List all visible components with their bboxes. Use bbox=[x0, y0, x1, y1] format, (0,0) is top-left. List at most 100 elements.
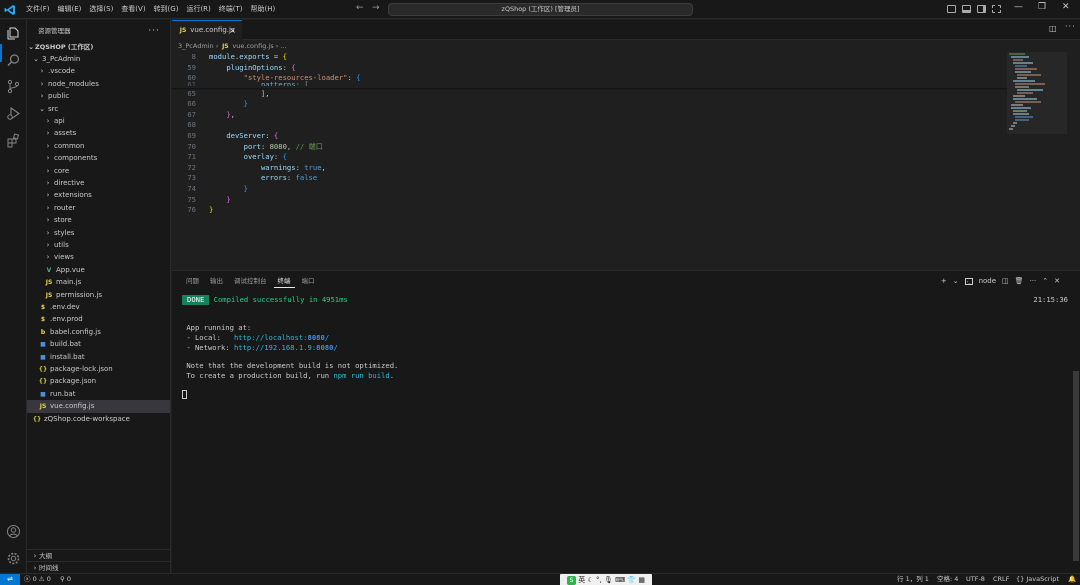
toggle-panel-icon[interactable] bbox=[962, 5, 971, 13]
close-panel-icon[interactable]: ✕ bbox=[1054, 277, 1060, 285]
extensions-icon[interactable] bbox=[6, 133, 21, 148]
customize-layout-icon[interactable] bbox=[992, 5, 1001, 13]
tree-file[interactable]: JS main.js bbox=[27, 276, 170, 288]
tree-folder[interactable]: › extensions bbox=[27, 189, 170, 201]
split-terminal-icon[interactable]: ◫ bbox=[1002, 277, 1009, 285]
encoding[interactable]: UTF-8 bbox=[966, 574, 985, 585]
menu-item[interactable]: 终端(T) bbox=[215, 0, 247, 19]
panel-tab[interactable]: 端口 bbox=[298, 274, 319, 288]
timeline-section[interactable]: › 时间线 bbox=[27, 561, 170, 573]
breadcrumb-file[interactable]: vue.config.js bbox=[232, 42, 273, 50]
tree-folder[interactable]: › directive bbox=[27, 177, 170, 189]
breadcrumb-folder[interactable]: 3_PcAdmin bbox=[178, 42, 214, 50]
editor-scrollbar[interactable] bbox=[1072, 52, 1079, 270]
tree-folder[interactable]: › api bbox=[27, 115, 170, 127]
explorer-icon[interactable] bbox=[6, 26, 21, 41]
panel-tab[interactable]: 问题 bbox=[182, 274, 203, 288]
notifications-bell-icon[interactable]: 🔔 bbox=[1068, 574, 1076, 585]
ime-toolbar[interactable]: S 英 ☾ °, 🎙 ⌨ 👕 ▦ bbox=[560, 574, 652, 585]
tree-file[interactable]: b babel.config.js bbox=[27, 326, 170, 338]
menu-item[interactable]: 转到(G) bbox=[150, 0, 183, 19]
manage-gear-icon[interactable] bbox=[6, 551, 21, 566]
line-ending[interactable]: CRLF bbox=[993, 574, 1009, 585]
forward-arrow-icon[interactable]: → bbox=[372, 3, 380, 13]
menu-item[interactable]: 选择(S) bbox=[85, 0, 117, 19]
tree-folder[interactable]: › styles bbox=[27, 227, 170, 239]
tree-folder[interactable]: ⌄ src bbox=[27, 103, 170, 115]
menu-item[interactable]: 查看(V) bbox=[117, 0, 149, 19]
tree-file[interactable]: {} package.json bbox=[27, 375, 170, 387]
workspace-root[interactable]: ⌄ZQSHOP (工作区) bbox=[27, 41, 170, 53]
tree-folder[interactable]: › components bbox=[27, 152, 170, 164]
tree-folder[interactable]: › router bbox=[27, 202, 170, 214]
terminal-name[interactable]: node bbox=[979, 277, 996, 285]
tree-file[interactable]: ■ build.bat bbox=[27, 338, 170, 350]
panel-tab[interactable]: 终端 bbox=[273, 274, 295, 288]
problems-indicator[interactable]: ⓧ 0 ⚠ 0 bbox=[24, 574, 51, 585]
tree-file[interactable]: {} package-lock.json bbox=[27, 363, 170, 375]
ports-indicator[interactable]: ⚲ 0 bbox=[60, 574, 71, 585]
tree-folder[interactable]: › common bbox=[27, 140, 170, 152]
run-debug-icon[interactable] bbox=[6, 106, 21, 121]
tree-folder[interactable]: › .vscode bbox=[27, 65, 170, 77]
panel-tab[interactable]: 调试控制台 bbox=[230, 274, 271, 288]
tree-folder[interactable]: › assets bbox=[27, 127, 170, 139]
tree-folder[interactable]: ⌄ 3_PcAdmin bbox=[27, 53, 170, 65]
panel-tab[interactable]: 输出 bbox=[206, 274, 227, 288]
chevron-down-icon[interactable]: ⌄ bbox=[953, 277, 959, 285]
outline-section[interactable]: › 大纲 bbox=[27, 549, 170, 561]
menu-item[interactable]: 运行(R) bbox=[182, 0, 214, 19]
local-url-link[interactable]: http://localhost:8080/ bbox=[234, 333, 329, 342]
minimize-icon[interactable]: — bbox=[1014, 2, 1023, 12]
vscode-logo-icon bbox=[4, 5, 15, 15]
indentation[interactable]: 空格: 4 bbox=[937, 574, 958, 585]
tree-folder[interactable]: › public bbox=[27, 90, 170, 102]
back-arrow-icon[interactable]: ← bbox=[356, 3, 364, 13]
source-control-icon[interactable] bbox=[6, 79, 21, 94]
tree-folder[interactable]: › utils bbox=[27, 239, 170, 251]
language-mode[interactable]: {} JavaScript bbox=[1016, 574, 1059, 585]
tree-file[interactable]: {} zQShop.code-workspace bbox=[27, 413, 170, 425]
tree-file[interactable]: $ .env.prod bbox=[27, 313, 170, 325]
remote-indicator-icon[interactable]: ⇌ bbox=[0, 574, 20, 585]
error-icon: ⓧ bbox=[24, 575, 31, 583]
breadcrumb-symbol[interactable]: ... bbox=[280, 42, 286, 50]
tree-file[interactable]: JS vue.config.js bbox=[27, 400, 170, 413]
cursor-position[interactable]: 行 1，列 1 bbox=[897, 574, 929, 585]
account-icon[interactable] bbox=[6, 524, 21, 539]
tree-file[interactable]: V App.vue bbox=[27, 264, 170, 276]
network-url-link[interactable]: http://192.168.1.9:8080/ bbox=[234, 343, 338, 352]
tree-item-label: directive bbox=[54, 179, 85, 187]
restore-icon[interactable]: ❐ bbox=[1038, 2, 1046, 12]
close-window-icon[interactable]: ✕ bbox=[1062, 2, 1070, 12]
trash-icon[interactable]: 🗑 bbox=[1015, 277, 1024, 285]
toggle-primary-sidebar-icon[interactable] bbox=[947, 5, 956, 13]
tree-file[interactable]: ■ install.bat bbox=[27, 351, 170, 363]
tree-item-label: vue.config.js bbox=[50, 402, 95, 411]
editor-more-icon[interactable]: ··· bbox=[1065, 22, 1076, 31]
more-actions-icon[interactable]: ··· bbox=[148, 20, 160, 42]
toggle-secondary-sidebar-icon[interactable] bbox=[977, 5, 986, 13]
menu-item[interactable]: 文件(F) bbox=[22, 0, 54, 19]
search-icon[interactable] bbox=[6, 53, 21, 68]
tree-item-label: core bbox=[54, 166, 70, 175]
tree-file[interactable]: $ .env.dev bbox=[27, 301, 170, 313]
chevron-up-icon[interactable]: ⌃ bbox=[1042, 277, 1048, 285]
menu-item[interactable]: 编辑(E) bbox=[54, 0, 86, 19]
tree-folder[interactable]: › core bbox=[27, 165, 170, 177]
split-editor-icon[interactable]: ◫ bbox=[1049, 24, 1057, 33]
minimap[interactable] bbox=[1007, 52, 1067, 270]
tree-folder[interactable]: › node_modules bbox=[27, 78, 170, 90]
more-actions-icon[interactable]: ··· bbox=[1030, 277, 1037, 285]
panel-scrollbar[interactable] bbox=[1073, 371, 1079, 561]
tree-folder[interactable]: › views bbox=[27, 251, 170, 263]
tree-file[interactable]: JS permission.js bbox=[27, 289, 170, 301]
new-terminal-icon[interactable]: + bbox=[941, 277, 947, 285]
tab-vue-config[interactable]: JS vue.config.js × bbox=[172, 20, 242, 40]
code-editor[interactable]: 8 module.exports = { 59 pluginOptions: { … bbox=[172, 52, 1007, 270]
tree-folder[interactable]: › store bbox=[27, 214, 170, 226]
menu-item[interactable]: 帮助(H) bbox=[247, 0, 280, 19]
command-center[interactable]: zQShop (工作区) [管理员] bbox=[388, 3, 693, 16]
close-tab-icon[interactable]: × bbox=[229, 21, 236, 40]
tree-file[interactable]: ■ run.bat bbox=[27, 388, 170, 400]
